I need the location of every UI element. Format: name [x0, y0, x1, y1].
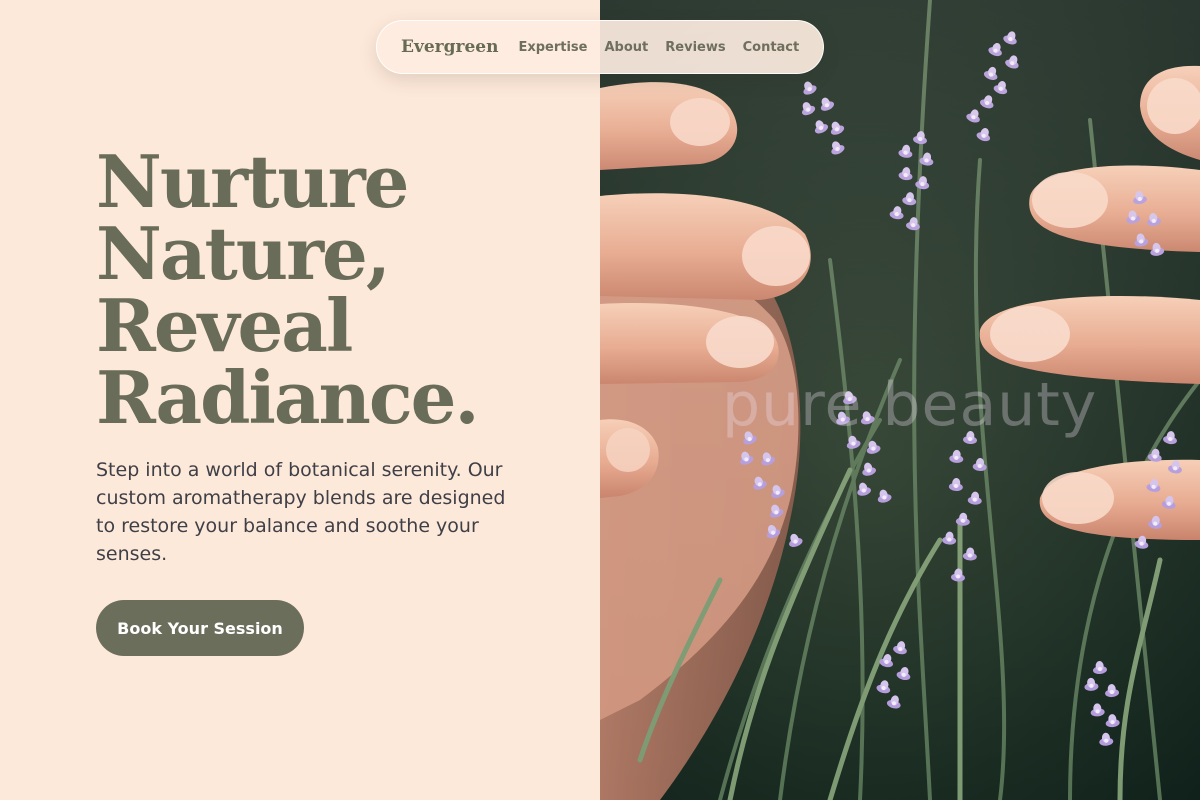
nav-links: Expertise About Reviews Contact: [518, 40, 799, 55]
hero-title-line-4: Radiance.: [96, 355, 480, 440]
hero-title-line-1: Nurture: [96, 139, 409, 224]
hero-image: pure beauty: [600, 0, 1200, 800]
hero-section: Nurture Nature, Reveal Radiance. Step in…: [0, 0, 600, 800]
image-watermark: pure beauty: [722, 370, 1098, 440]
nav-link-contact[interactable]: Contact: [743, 40, 800, 55]
hero-title: Nurture Nature, Reveal Radiance.: [96, 146, 576, 434]
main-navigation: Evergreen Expertise About Reviews Contac…: [376, 20, 824, 74]
nav-link-about[interactable]: About: [604, 40, 648, 55]
brand-logo[interactable]: Evergreen: [401, 37, 498, 57]
nav-link-reviews[interactable]: Reviews: [665, 40, 725, 55]
nav-link-expertise[interactable]: Expertise: [518, 40, 587, 55]
landing-page: Nurture Nature, Reveal Radiance. Step in…: [0, 0, 1200, 800]
book-session-button[interactable]: Book Your Session: [96, 600, 304, 656]
hero-description: Step into a world of botanical serenity.…: [96, 459, 506, 565]
hero-title-line-2: Nature,: [96, 211, 391, 296]
hero-title-line-3: Reveal: [96, 283, 353, 368]
